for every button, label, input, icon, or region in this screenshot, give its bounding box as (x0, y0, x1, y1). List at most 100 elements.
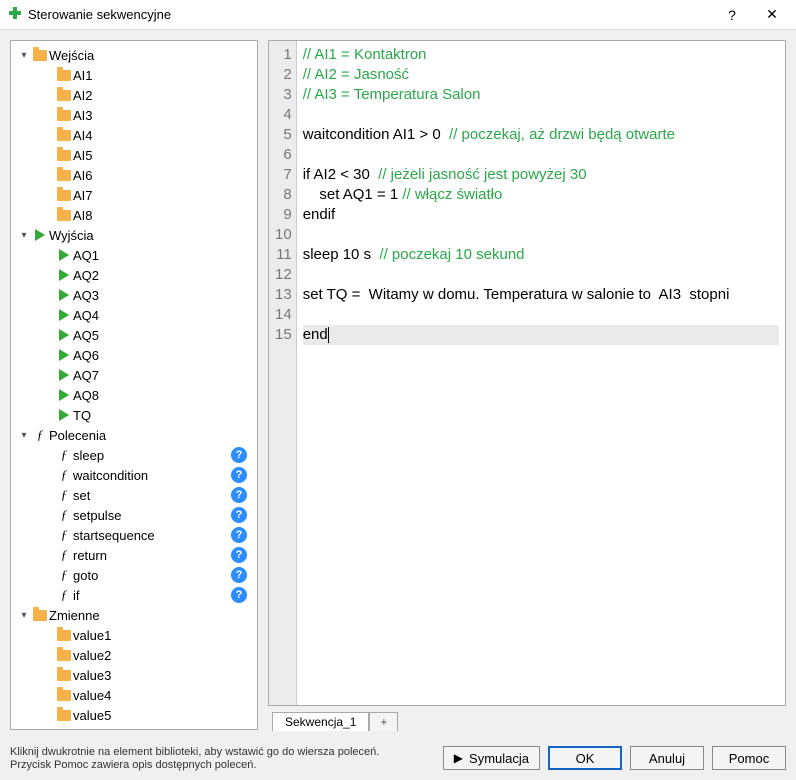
code-line[interactable]: if AI2 < 30 // jeżeli jasność jest powyż… (303, 165, 779, 185)
tree-item[interactable]: AI7 (13, 185, 255, 205)
titlebar: Sterowanie sekwencyjne ? ✕ (0, 0, 796, 30)
item-label: AI3 (73, 108, 251, 123)
tree-group[interactable]: ▾Zmienne (13, 605, 255, 625)
window-title: Sterowanie sekwencyjne (28, 7, 712, 22)
code-line[interactable] (303, 305, 779, 325)
line-number: 14 (275, 305, 292, 325)
code-line[interactable]: // AI2 = Jasność (303, 65, 779, 85)
help-icon[interactable]: ? (231, 587, 247, 603)
tree-item[interactable]: AQ2 (13, 265, 255, 285)
tree-item[interactable]: value4 (13, 685, 255, 705)
item-label: goto (73, 568, 231, 583)
tree-item[interactable]: ƒstartsequence? (13, 525, 255, 545)
item-label: AI1 (73, 68, 251, 83)
item-icon (55, 90, 73, 101)
tree-item[interactable]: ƒgoto? (13, 565, 255, 585)
tree-item[interactable]: AQ5 (13, 325, 255, 345)
item-icon: ƒ (55, 487, 73, 503)
help-icon[interactable]: ? (231, 467, 247, 483)
hint-line-2: Przycisk Pomoc zawiera opis dostępnych p… (10, 759, 435, 772)
tree-item[interactable]: ƒreturn? (13, 545, 255, 565)
tree-item[interactable]: ƒsetpulse? (13, 505, 255, 525)
simulate-button[interactable]: ▶ Symulacja (443, 746, 540, 770)
item-label: return (73, 548, 231, 563)
item-icon (55, 70, 73, 81)
tree-item[interactable]: value3 (13, 665, 255, 685)
item-label: AQ7 (73, 368, 251, 383)
item-icon (55, 130, 73, 141)
code-line[interactable]: // AI3 = Temperatura Salon (303, 85, 779, 105)
code-line[interactable]: set TQ = Witamy w domu. Temperatura w sa… (303, 285, 779, 305)
tree-item[interactable]: AI5 (13, 145, 255, 165)
code-editor[interactable]: 123456789101112131415 // AI1 = Kontaktro… (268, 40, 786, 706)
help-button[interactable]: ? (712, 0, 752, 30)
code-line[interactable]: sleep 10 s // poczekaj 10 sekund (303, 245, 779, 265)
tree-item[interactable]: AI6 (13, 165, 255, 185)
item-icon (55, 690, 73, 701)
close-button[interactable]: ✕ (752, 0, 792, 30)
help-icon[interactable]: ? (231, 447, 247, 463)
help-icon[interactable]: ? (231, 527, 247, 543)
code-line[interactable]: waitcondition AI1 > 0 // poczekaj, aż dr… (303, 125, 779, 145)
tree-item[interactable]: AQ8 (13, 385, 255, 405)
tree-item[interactable]: ƒsleep? (13, 445, 255, 465)
item-icon (55, 329, 73, 341)
item-icon (55, 309, 73, 321)
tree-item[interactable]: AI2 (13, 85, 255, 105)
tab-add[interactable]: + (369, 712, 398, 731)
tree-item[interactable]: AI8 (13, 205, 255, 225)
item-icon (55, 249, 73, 261)
tree-item[interactable]: AI4 (13, 125, 255, 145)
item-icon: ƒ (55, 547, 73, 563)
item-label: AQ1 (73, 248, 251, 263)
line-number: 3 (275, 85, 292, 105)
tree-item[interactable]: AQ4 (13, 305, 255, 325)
tree-item[interactable]: AQ3 (13, 285, 255, 305)
tree-item[interactable]: AQ6 (13, 345, 255, 365)
line-number: 10 (275, 225, 292, 245)
play-icon: ▶ (454, 751, 463, 765)
tree-item[interactable]: value2 (13, 645, 255, 665)
code-line[interactable]: endif (303, 205, 779, 225)
tree-item[interactable]: value1 (13, 625, 255, 645)
help-icon[interactable]: ? (231, 547, 247, 563)
item-label: TQ (73, 408, 251, 423)
tree-item[interactable]: TQ (13, 405, 255, 425)
help-footer-button[interactable]: Pomoc (712, 746, 786, 770)
line-number: 7 (275, 165, 292, 185)
code-line[interactable]: // AI1 = Kontaktron (303, 45, 779, 65)
code-line[interactable] (303, 225, 779, 245)
item-icon (55, 269, 73, 281)
tab-current[interactable]: Sekwencja_1 (272, 712, 369, 731)
group-icon (31, 610, 49, 621)
tree-item[interactable]: value5 (13, 705, 255, 725)
cancel-button[interactable]: Anuluj (630, 746, 704, 770)
tree-group[interactable]: ▾Wejścia (13, 45, 255, 65)
code-line[interactable] (303, 265, 779, 285)
tree-item[interactable]: ƒwaitcondition? (13, 465, 255, 485)
tree-group[interactable]: ▾Wyjścia (13, 225, 255, 245)
code-line[interactable] (303, 145, 779, 165)
tree-item[interactable]: AI3 (13, 105, 255, 125)
item-label: if (73, 588, 231, 603)
item-label: waitcondition (73, 468, 231, 483)
help-icon[interactable]: ? (231, 507, 247, 523)
help-icon[interactable]: ? (231, 567, 247, 583)
code-line[interactable]: end (303, 325, 779, 345)
tree-group[interactable]: ▾ƒPolecenia (13, 425, 255, 445)
tree-item[interactable]: AQ1 (13, 245, 255, 265)
help-icon[interactable]: ? (231, 487, 247, 503)
item-label: startsequence (73, 528, 231, 543)
tree-item[interactable]: ƒset? (13, 485, 255, 505)
editor-pane: 123456789101112131415 // AI1 = Kontaktro… (268, 40, 786, 730)
code-line[interactable]: set AQ1 = 1 // włącz światło (303, 185, 779, 205)
tree-item[interactable]: ƒif? (13, 585, 255, 605)
library-tree[interactable]: ▾Wejścia AI1 AI2 AI3 AI4AI5AI6AI7AI8▾Wyjścia… (10, 40, 258, 730)
item-icon: ƒ (55, 587, 73, 603)
code-line[interactable] (303, 105, 779, 125)
code-area[interactable]: // AI1 = Kontaktron// AI2 = Jasność// AI… (297, 41, 785, 705)
line-number: 9 (275, 205, 292, 225)
tree-item[interactable]: AI1 (13, 65, 255, 85)
ok-button[interactable]: OK (548, 746, 622, 770)
tree-item[interactable]: AQ7 (13, 365, 255, 385)
